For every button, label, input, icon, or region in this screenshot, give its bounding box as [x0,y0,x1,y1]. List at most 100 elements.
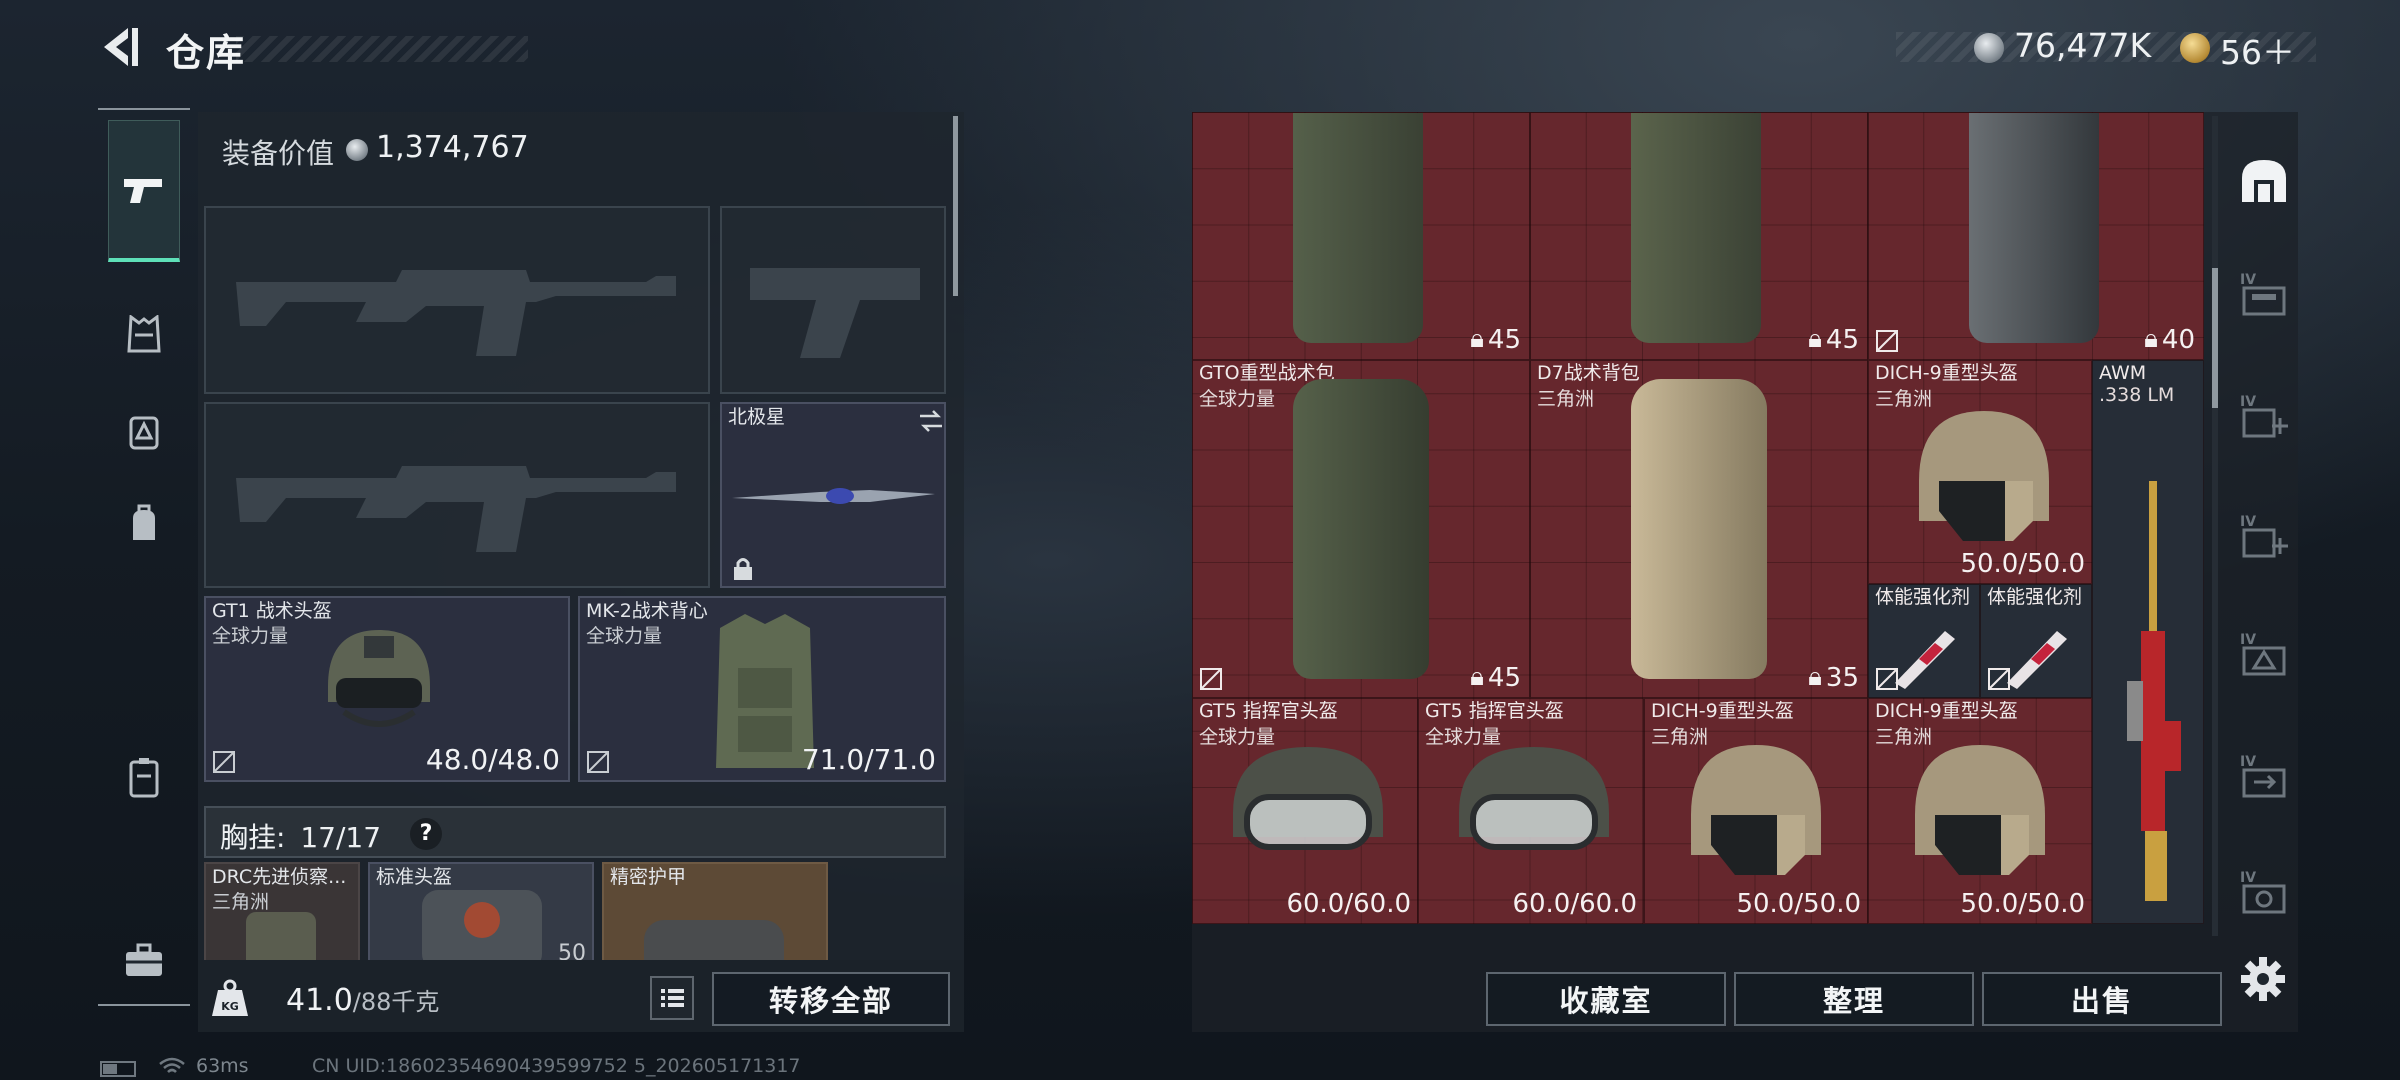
storage-1-icon: IV [2240,272,2286,316]
inventory-item[interactable]: 🔒︎ 45 [1192,112,1530,360]
stimulant-image [2007,631,2067,689]
armor-faction: 全球力量 [586,625,663,647]
back-button[interactable] [98,24,144,70]
inventory-grid[interactable]: 🔒︎ 45 🔒︎ 45 🔒︎ 40 GTO重型战术包 全球力量 🔒︎ 45 D7战术背包… [1192,112,2204,924]
settings-gear-icon[interactable] [2238,954,2288,1004]
rifle-silhouette-icon [236,270,676,356]
item-capacity: 🔒︎ 45 [1808,324,1859,355]
item-durability: 60.0/60.0 [1512,889,1637,919]
back-arrow-icon [104,28,128,66]
nav-tab-armor[interactable] [108,298,180,370]
sell-button[interactable]: 出售 [1982,972,2222,1026]
item-capacity: 🔒︎ 35 [1808,662,1859,693]
tab-storage-4[interactable]: IV [2234,624,2294,684]
capacity-icon: 🔒︎ [1808,662,1822,692]
tab-storage-3[interactable]: IV [2234,506,2294,566]
inventory-item[interactable]: 🔒︎ 45 [1530,112,1868,360]
rig-item-image [644,920,784,960]
pistol-silhouette-icon [750,268,920,358]
inventory-item[interactable]: GT5 指挥官头盔 全球力量 60.0/60.0 [1418,698,1644,924]
pistol-slot[interactable] [720,206,946,394]
swap-icon[interactable] [918,408,944,434]
no-insurance-icon [587,751,609,773]
nav-tab-weapons[interactable] [108,120,180,262]
inventory-item[interactable]: AWM .338 LM [2092,360,2204,924]
item-name: AWM [2099,362,2147,384]
tab-storage-5[interactable]: IV [2234,746,2294,806]
backpack-icon [133,504,155,540]
collection-room-button[interactable]: 收藏室 [1486,972,1726,1026]
transfer-all-button[interactable]: 转移全部 [712,972,950,1026]
rig-item-name: 标准头盔 [376,866,453,888]
tab-storage-6[interactable]: IV [2234,862,2294,922]
svg-text:IV: IV [2240,632,2256,648]
tab-storage-1[interactable]: IV [2234,264,2294,324]
rig-item[interactable]: 精密护甲 [602,862,828,962]
wifi-icon [159,1057,185,1073]
inventory-item[interactable]: GTO重型战术包 全球力量 🔒︎ 45 [1192,360,1530,698]
nav-tab-chest-rig[interactable] [108,396,180,468]
inventory-item[interactable]: DICH-9重型头盔 三角洲 50.0/50.0 [1868,360,2092,584]
helmet-slot[interactable]: GT1 战术头盔 全球力量 48.0/48.0 [204,596,570,782]
network-ping: 63ms [196,1055,249,1077]
nav-tab-backpack[interactable] [108,488,180,560]
rig-item-image [246,912,316,960]
rig-item-name: 精密护甲 [610,866,687,888]
help-button[interactable]: ? [410,818,442,850]
secondary-weapon-slot[interactable] [204,402,710,588]
primary-weapon-slot[interactable] [204,206,710,394]
loadout-scrollbar[interactable] [953,116,958,296]
lock-icon [734,558,752,580]
inventory-item[interactable]: D7战术背包 三角洲 🔒︎ 35 [1530,360,1868,698]
rig-item[interactable]: 标准头盔 50 [368,862,594,962]
helmet-faction: 全球力量 [212,625,289,647]
storage-add-2-icon: IV [2240,514,2288,558]
equipment-value: 1,374,767 [376,130,529,165]
inventory-item[interactable]: DICH-9重型头盔 三角洲 50.0/50.0 [1868,698,2092,924]
silver-balance[interactable]: 76,477K [2014,26,2151,65]
no-insurance-icon [1988,668,2010,690]
capacity-value: 45 [1825,324,1859,355]
inventory-scroll-thumb[interactable] [2212,268,2218,408]
item-capacity: 🔒︎ 45 [1470,662,1521,693]
capacity-icon: 🔒︎ [2144,324,2158,354]
tab-storage-2[interactable]: IV [2234,386,2294,446]
armor-name: MK-2战术背心 [586,600,708,622]
inventory-item[interactable]: 🔒︎ 40 [1868,112,2204,360]
nav-tab-toolbox[interactable] [108,924,180,996]
battery-icon [100,1061,136,1077]
item-faction: 三角洲 [1537,388,1595,410]
item-name: D7战术背包 [1537,362,1640,384]
backpack-image [1293,113,1423,343]
capacity-value: 40 [2161,324,2195,355]
chest-rig-count: 17/17 [300,821,382,854]
rig-item-name: DRC先进侦察... [212,866,347,888]
sniper-rifle-image [2127,481,2181,901]
helmet-image [1691,745,1821,875]
rig-item[interactable]: DRC先进侦察... 三角洲 [204,862,360,962]
helmet-durability: 48.0/48.0 [425,743,560,776]
organize-button[interactable]: 整理 [1734,972,1974,1026]
user-uid: CN UID:18602354690439599752 5_2026051713… [312,1055,801,1077]
rig-icon [129,416,159,450]
inventory-scrollbar[interactable] [2212,116,2218,936]
capacity-value: 45 [1487,662,1521,693]
capacity-value: 35 [1825,662,1859,693]
melee-slot[interactable]: 北极星 [720,402,946,588]
vest-icon [127,315,161,353]
tab-home-storage[interactable] [2234,150,2294,210]
capacity-icon: 🔒︎ [1470,662,1484,692]
helmet-image [1233,747,1383,850]
stimulant-image [1895,631,1955,689]
gold-balance[interactable]: 56＋ [2220,26,2295,74]
inventory-item[interactable]: 体能强化剂 [1980,584,2092,698]
armor-slot[interactable]: MK-2战术背心 全球力量 71.0/71.0 [578,596,946,782]
inventory-item[interactable]: GT5 指挥官头盔 全球力量 60.0/60.0 [1192,698,1418,924]
chest-rig-label: 胸挂: 17/17 [220,816,381,856]
carry-weight-max: /88千克 [352,988,440,1016]
inventory-item[interactable]: DICH-9重型头盔 三角洲 50.0/50.0 [1644,698,1868,924]
inventory-item[interactable]: 体能强化剂 [1868,584,1980,698]
list-view-button[interactable] [650,976,694,1020]
helmet-image [328,630,430,727]
nav-tab-case[interactable] [108,742,180,814]
